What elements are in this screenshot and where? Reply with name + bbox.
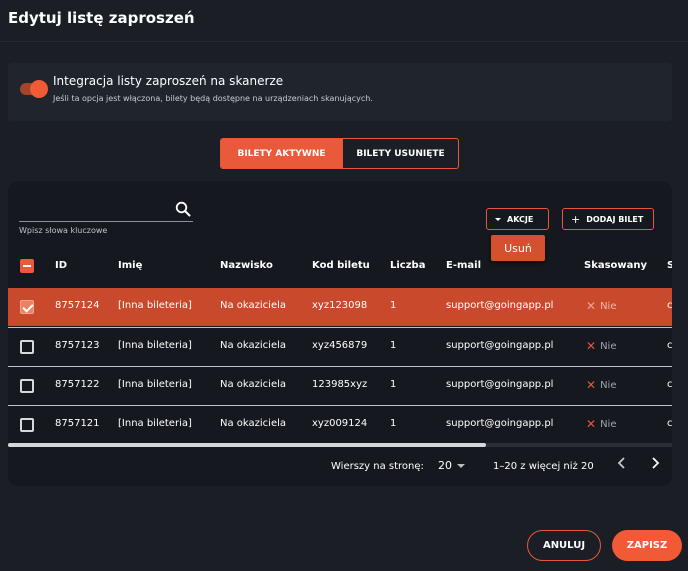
table-row[interactable]: 8757121 [Inna bileteria] Na okaziciela xyz0… xyxy=(8,405,672,443)
cell-used: ✕ Nie xyxy=(586,379,616,391)
add-ticket-label: DODAJ BILET xyxy=(586,214,644,224)
cancel-button[interactable]: ANULUJ xyxy=(527,530,601,561)
select-all-checkbox[interactable] xyxy=(20,259,34,273)
scrollbar-thumb[interactable] xyxy=(8,443,487,447)
table-row[interactable]: 8757122 [Inna bileteria] Na okaziciela 1239… xyxy=(8,366,672,404)
cell-surname: Na okaziciela xyxy=(220,340,287,351)
cell-email: support@goingapp.pl xyxy=(446,340,554,351)
cell-count: 1 xyxy=(390,300,397,311)
cell-id: 8757122 xyxy=(55,379,100,390)
close-icon: ✕ xyxy=(586,378,597,392)
cell-email: support@goingapp.pl xyxy=(446,300,554,311)
tab-deleted-tickets[interactable]: BILETY USUNIĘTE xyxy=(342,139,458,168)
row-checkbox[interactable] xyxy=(20,300,34,314)
add-ticket-button[interactable]: + DODAJ BILET xyxy=(562,208,654,230)
cell-surname: Na okaziciela xyxy=(220,379,287,390)
chevron-down-icon xyxy=(495,217,501,221)
cell-used: ✕ Nie xyxy=(586,340,616,352)
cell-email: support@goingapp.pl xyxy=(446,379,554,390)
header-code[interactable]: Kod biletu xyxy=(312,260,370,271)
search-icon[interactable] xyxy=(175,201,191,217)
cell-used: ✕ Nie xyxy=(586,300,616,312)
table-row[interactable]: 8757124 [Inna bileteria] Na okaziciela xyz1… xyxy=(8,288,672,326)
row-checkbox[interactable] xyxy=(20,340,34,354)
close-icon: ✕ xyxy=(586,417,597,431)
search-input[interactable] xyxy=(19,200,169,220)
dropdown-item-delete[interactable]: Usuń xyxy=(491,235,545,261)
integration-toggle[interactable] xyxy=(20,80,48,98)
cell-name: [Inna bileteria] xyxy=(118,340,192,351)
header-id[interactable]: ID xyxy=(55,260,67,271)
ticket-tabs: BILETY AKTYWNE BILETY USUNIĘTE xyxy=(220,138,459,169)
cell-id: 8757123 xyxy=(55,340,100,351)
cell-code: xyz456879 xyxy=(312,340,368,351)
cell-surname: Na okaziciela xyxy=(220,300,287,311)
used-value: Nie xyxy=(600,300,617,312)
search-field xyxy=(19,200,193,222)
cell-extra: c xyxy=(667,300,672,311)
chevron-left-icon xyxy=(617,457,625,469)
cell-code: 123985xyz xyxy=(312,379,368,390)
cell-id: 8757124 xyxy=(55,300,100,311)
cell-surname: Na okaziciela xyxy=(220,418,287,429)
table-row[interactable]: 8757123 [Inna bileteria] Na okaziciela xyz4… xyxy=(8,327,672,365)
cell-email: support@goingapp.pl xyxy=(446,418,554,429)
cell-count: 1 xyxy=(390,418,397,429)
header-email[interactable]: E-mail xyxy=(446,260,481,271)
rows-per-page-label: Wierszy na stronę: xyxy=(331,461,424,472)
dialog-header: Edytuj listę zaproszeń xyxy=(0,0,688,42)
rows-per-page-select[interactable]: 20 xyxy=(438,459,465,472)
integration-title: Integracja listy zaproszeń na skanerze xyxy=(53,74,284,88)
chevron-right-icon xyxy=(652,457,660,469)
cell-count: 1 xyxy=(390,340,397,351)
cell-name: [Inna bileteria] xyxy=(118,379,192,390)
header-name[interactable]: Imię xyxy=(118,260,142,271)
chevron-down-icon xyxy=(457,463,465,468)
integration-card: Integracja listy zaproszeń na skanerze J… xyxy=(8,63,672,121)
row-checkbox[interactable] xyxy=(20,379,34,393)
plus-icon: + xyxy=(571,212,581,226)
next-page-button[interactable] xyxy=(647,457,663,475)
integration-description: Jeśli ta opcja jest włączona, bilety będ… xyxy=(53,94,373,103)
toggle-knob xyxy=(30,80,48,98)
close-icon: ✕ xyxy=(586,339,597,353)
page-title: Edytuj listę zaproszeń xyxy=(8,9,195,27)
header-extra[interactable]: S xyxy=(667,260,672,271)
close-icon: ✕ xyxy=(586,299,597,313)
header-count[interactable]: Liczba xyxy=(390,260,425,271)
row-checkbox[interactable] xyxy=(20,418,34,432)
horizontal-scrollbar[interactable] xyxy=(8,443,672,447)
save-button[interactable]: ZAPISZ xyxy=(612,530,682,561)
search-hint: Wpisz słowa kluczowe xyxy=(19,226,108,235)
cell-name: [Inna bileteria] xyxy=(118,300,192,311)
cell-extra: c xyxy=(667,418,672,429)
cell-count: 1 xyxy=(390,379,397,390)
cell-code: xyz123098 xyxy=(312,300,368,311)
tickets-table-card: Wpisz słowa kluczowe AKCJE + DODAJ BILET… xyxy=(8,181,672,486)
cell-extra: c xyxy=(667,340,672,351)
actions-label: AKCJE xyxy=(507,214,534,224)
header-surname[interactable]: Nazwisko xyxy=(220,260,273,271)
cell-name: [Inna bileteria] xyxy=(118,418,192,429)
actions-button[interactable]: AKCJE xyxy=(486,208,549,230)
cell-id: 8757121 xyxy=(55,418,100,429)
used-value: Nie xyxy=(600,379,617,391)
cell-used: ✕ Nie xyxy=(586,418,616,430)
prev-page-button[interactable] xyxy=(614,457,630,475)
cell-extra: c xyxy=(667,379,672,390)
cell-code: xyz009124 xyxy=(312,418,368,429)
used-value: Nie xyxy=(600,340,617,352)
rows-per-page-value: 20 xyxy=(438,459,452,472)
used-value: Nie xyxy=(600,418,617,430)
header-used[interactable]: Skasowany xyxy=(584,260,647,271)
tab-active-tickets[interactable]: BILETY AKTYWNE xyxy=(221,139,342,168)
pagination-range: 1–20 z więcej niż 20 xyxy=(493,461,594,472)
